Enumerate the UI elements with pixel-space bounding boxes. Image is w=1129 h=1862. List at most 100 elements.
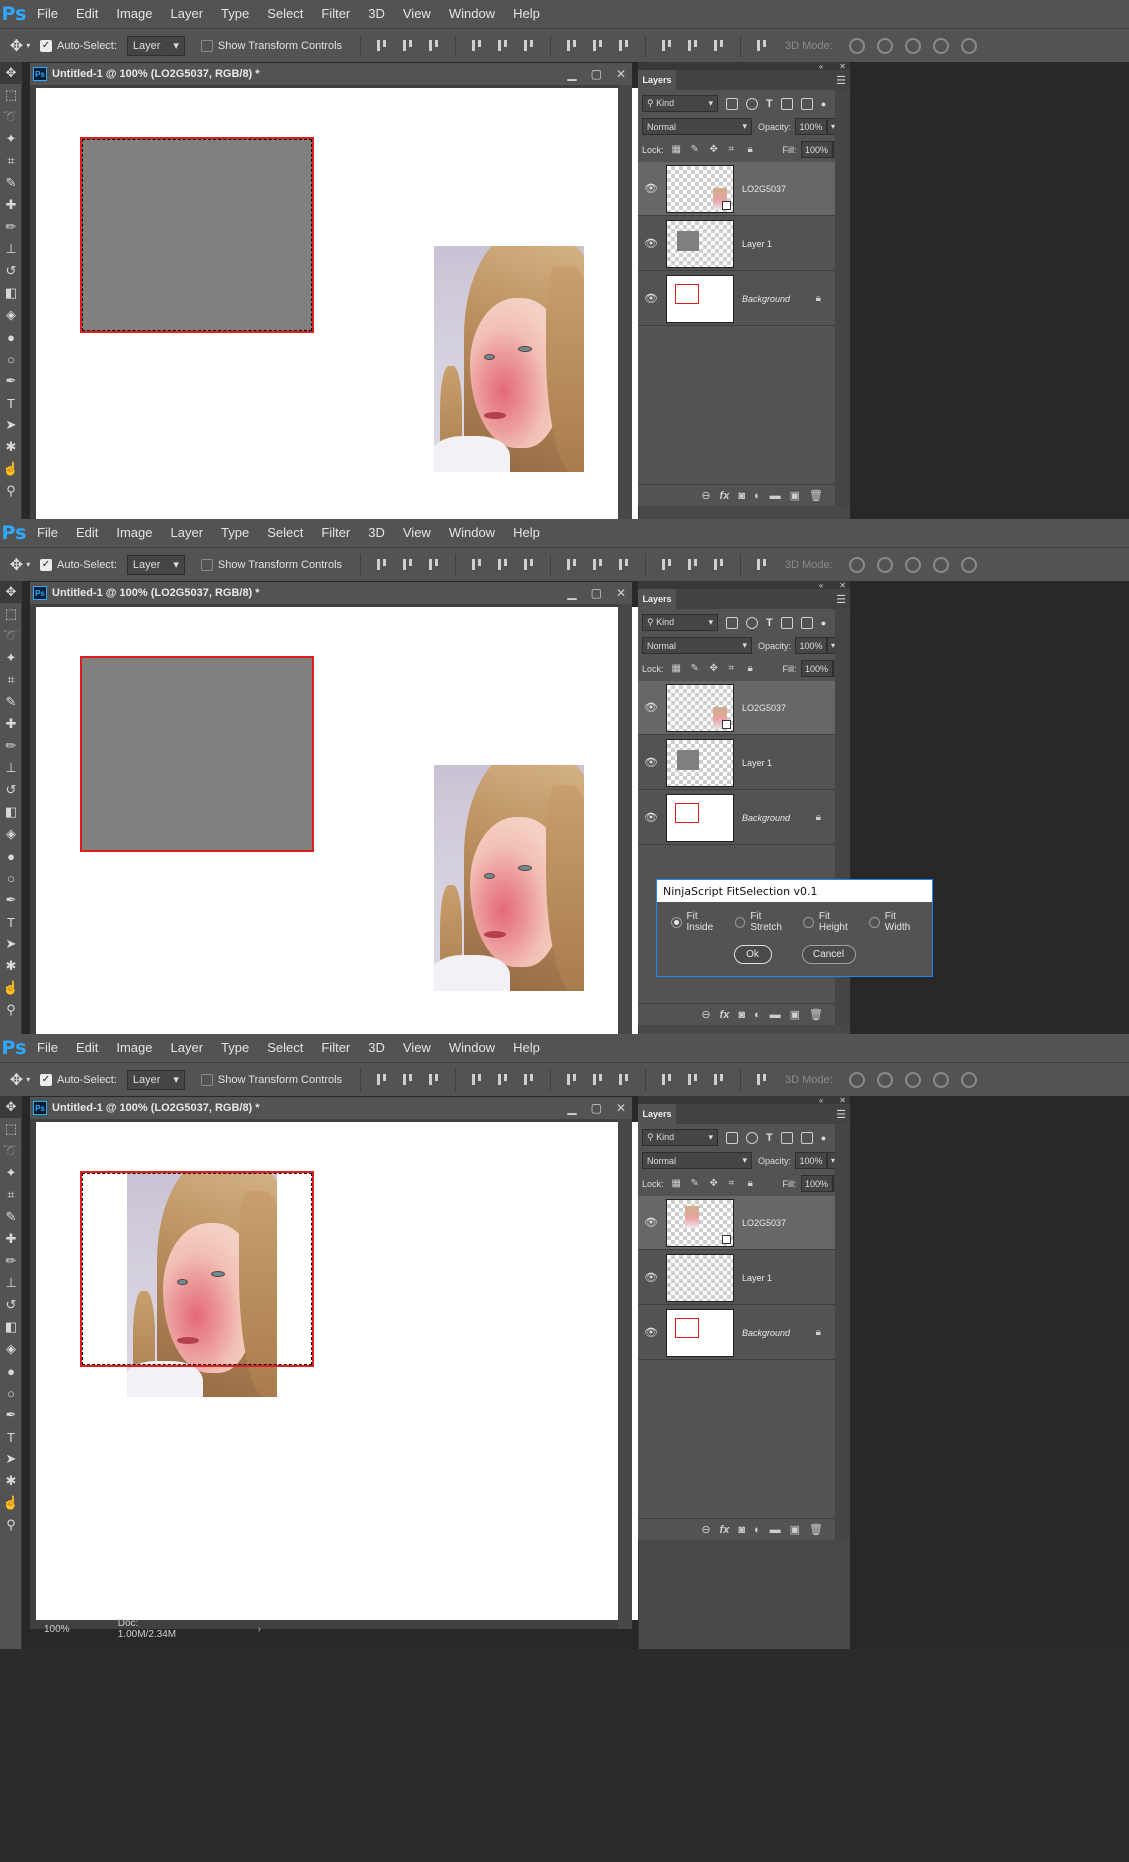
filter-toggle-icon[interactable]: ●: [821, 99, 826, 109]
menu-view[interactable]: View: [394, 1034, 440, 1062]
align-top-edges-icon[interactable]: [374, 557, 390, 573]
filter-smart-object-icon[interactable]: [800, 616, 813, 629]
menu-help[interactable]: Help: [504, 519, 549, 547]
auto-select-checkbox[interactable]: ✓: [40, 1073, 52, 1086]
layer-row[interactable]: 👁︎ Background 🔒︎: [638, 272, 835, 326]
align-top-edges-icon[interactable]: [374, 1072, 390, 1088]
crop-tool-icon[interactable]: ⌗: [0, 669, 22, 691]
minimize-icon[interactable]: ▁: [567, 1101, 576, 1115]
adjustment-layer-icon[interactable]: ◐: [754, 1009, 761, 1021]
type-tool-icon[interactable]: T: [0, 911, 22, 933]
3d-pan-icon[interactable]: [904, 37, 921, 54]
align-bottom-edges-icon[interactable]: [426, 557, 442, 573]
new-layer-icon[interactable]: ▣: [790, 1523, 800, 1536]
align-left-edges-icon[interactable]: [469, 557, 485, 573]
auto-select-dropdown[interactable]: Layer ▾: [126, 1069, 185, 1090]
menu-view[interactable]: View: [394, 519, 440, 547]
crop-tool-icon[interactable]: ⌗: [0, 150, 22, 172]
panel-menu-icon[interactable]: ☰: [836, 1108, 846, 1121]
pen-tool-icon[interactable]: ✒: [0, 1404, 22, 1426]
brush-tool-icon[interactable]: ✏: [0, 1250, 22, 1272]
clone-stamp-tool-icon[interactable]: ⊥: [0, 757, 22, 779]
lasso-tool-icon[interactable]: ➰: [0, 1140, 22, 1162]
magic-wand-tool-icon[interactable]: ✦: [0, 647, 22, 669]
3d-slide-icon[interactable]: [932, 37, 949, 54]
hand-tool-icon[interactable]: ☝: [0, 458, 22, 480]
menu-view[interactable]: View: [394, 0, 440, 28]
align-vertical-centers-icon[interactable]: [400, 38, 416, 54]
filter-type-icon[interactable]: T: [766, 1132, 773, 1144]
filter-smart-object-icon[interactable]: [800, 97, 813, 110]
layer-row[interactable]: 👁︎ Background 🔒︎: [638, 791, 835, 845]
add-mask-icon[interactable]: ◙: [738, 490, 745, 502]
lasso-tool-icon[interactable]: ➰: [0, 625, 22, 647]
maximize-icon[interactable]: ▢: [591, 1101, 602, 1115]
menu-image[interactable]: Image: [107, 0, 161, 28]
custom-shape-tool-icon[interactable]: ✱: [0, 1470, 22, 1492]
new-group-icon[interactable]: ▬: [770, 1524, 781, 1536]
menu-3d[interactable]: 3D: [359, 519, 394, 547]
menu-image[interactable]: Image: [107, 519, 161, 547]
filter-pixel-icon[interactable]: [726, 97, 738, 110]
history-brush-tool-icon[interactable]: ↺: [0, 260, 22, 282]
portrait-photo[interactable]: [434, 246, 584, 472]
distribute-top-icon[interactable]: [564, 1072, 580, 1088]
menu-type[interactable]: Type: [212, 1034, 258, 1062]
distribute-horizontal-centers-icon[interactable]: [685, 1072, 701, 1088]
menu-help[interactable]: Help: [504, 0, 549, 28]
lock-position-icon[interactable]: ✥: [710, 144, 721, 155]
3d-roll-icon[interactable]: [876, 1071, 893, 1088]
add-mask-icon[interactable]: ◙: [738, 1009, 745, 1021]
distribute-left-icon[interactable]: [659, 557, 675, 573]
paint-bucket-tool-icon[interactable]: ◈: [0, 304, 22, 326]
menu-edit[interactable]: Edit: [67, 0, 107, 28]
blend-mode-dropdown[interactable]: Normal ▾: [642, 637, 752, 654]
lock-image-pixels-icon[interactable]: ✎: [691, 663, 702, 674]
filter-pixel-icon[interactable]: [726, 616, 738, 629]
clone-stamp-tool-icon[interactable]: ⊥: [0, 1272, 22, 1294]
maximize-icon[interactable]: ▢: [591, 586, 602, 600]
distribute-right-icon[interactable]: [711, 38, 727, 54]
eyedropper-tool-icon[interactable]: ✎: [0, 691, 22, 713]
menu-select[interactable]: Select: [258, 519, 312, 547]
radio-fit-width[interactable]: [869, 916, 880, 928]
menu-filter[interactable]: Filter: [312, 0, 359, 28]
add-mask-icon[interactable]: ◙: [738, 1524, 745, 1536]
link-layers-icon[interactable]: ⊖: [701, 489, 710, 502]
blur-tool-icon[interactable]: ●: [0, 326, 22, 348]
blur-tool-icon[interactable]: ●: [0, 845, 22, 867]
minimize-icon[interactable]: ▁: [567, 67, 576, 81]
align-right-edges-icon[interactable]: [521, 1072, 537, 1088]
type-tool-icon[interactable]: T: [0, 1426, 22, 1448]
filter-kind-dropdown[interactable]: ⚲ Kind ▾: [642, 1129, 718, 1146]
distribute-vertical-centers-icon[interactable]: [590, 38, 606, 54]
auto-align-layers-icon[interactable]: [754, 1072, 770, 1088]
link-layers-icon[interactable]: ⊖: [701, 1008, 710, 1021]
document-tab[interactable]: Ps Untitled-1 @ 100% (LO2G5037, RGB/8) *…: [30, 63, 632, 85]
adjustment-layer-icon[interactable]: ◐: [754, 490, 761, 502]
portrait-photo[interactable]: [434, 765, 584, 991]
3d-orbit-icon[interactable]: [848, 1071, 865, 1088]
menu-window[interactable]: Window: [440, 0, 504, 28]
menu-image[interactable]: Image: [107, 1034, 161, 1062]
eraser-tool-icon[interactable]: ◧: [0, 801, 22, 823]
lock-transparent-pixels-icon[interactable]: ▦: [672, 663, 683, 674]
menu-file[interactable]: File: [28, 0, 67, 28]
blur-tool-icon[interactable]: ●: [0, 1360, 22, 1382]
menu-filter[interactable]: Filter: [312, 1034, 359, 1062]
path-selection-tool-icon[interactable]: ➤: [0, 414, 22, 436]
distribute-bottom-icon[interactable]: [616, 557, 632, 573]
healing-brush-tool-icon[interactable]: ✚: [0, 713, 22, 735]
visibility-eye-icon[interactable]: 👁︎: [638, 1216, 664, 1229]
trash-icon[interactable]: 🗑︎: [809, 1523, 823, 1536]
distribute-horizontal-centers-icon[interactable]: [685, 38, 701, 54]
menu-help[interactable]: Help: [504, 1034, 549, 1062]
lock-position-icon[interactable]: ✥: [710, 1178, 721, 1189]
lasso-tool-icon[interactable]: ➰: [0, 106, 22, 128]
cancel-button[interactable]: Cancel: [801, 945, 856, 964]
3d-scale-icon[interactable]: [960, 1071, 977, 1088]
3d-orbit-icon[interactable]: [848, 37, 865, 54]
lock-all-icon[interactable]: 🔒︎: [748, 1178, 759, 1189]
move-tool-icon[interactable]: ✥: [0, 1096, 22, 1118]
crop-tool-icon[interactable]: ⌗: [0, 1184, 22, 1206]
